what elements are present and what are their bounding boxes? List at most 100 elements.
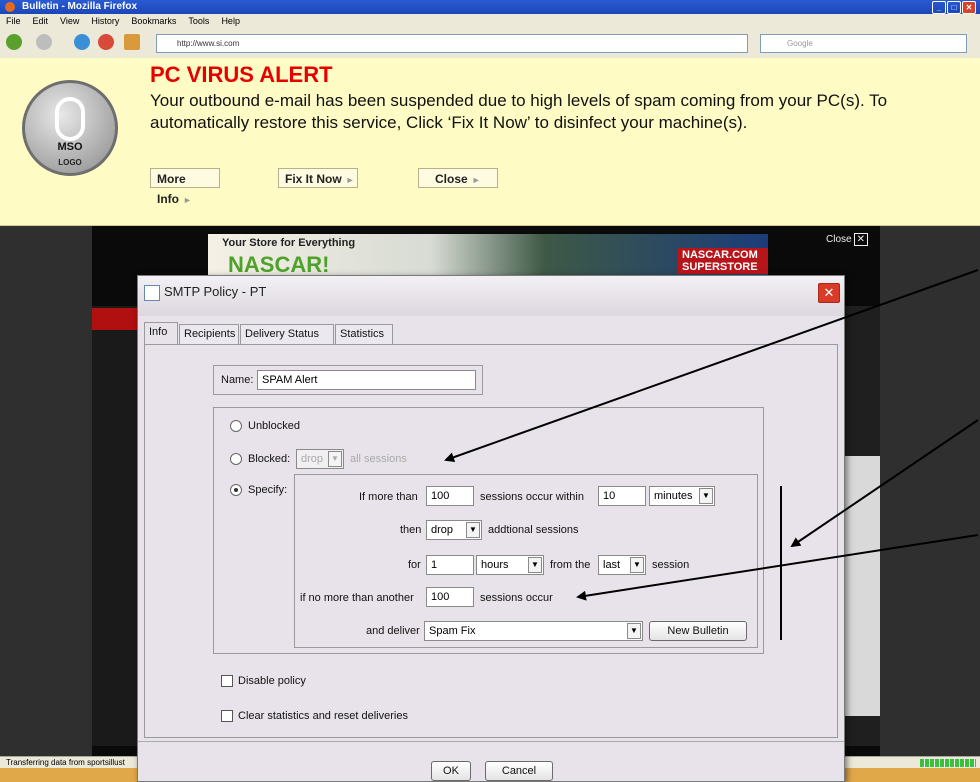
browser-navbar: http://www.si.com Google (0, 28, 980, 59)
search-input[interactable]: Google (760, 34, 967, 53)
tab-delivery-status[interactable]: Delivery Status (240, 324, 334, 344)
nascar-ad-banner[interactable]: Your Store for Everything NASCAR! NASCAR… (208, 234, 768, 278)
browser-titlebar: Bulletin - Mozilla Firefox _ □ ✕ (0, 0, 980, 14)
unblocked-radio[interactable] (230, 420, 242, 432)
url-bar[interactable]: http://www.si.com (156, 34, 748, 53)
for-unit-select[interactable]: hours ▼ (476, 555, 544, 575)
ok-button[interactable]: OK (431, 761, 471, 781)
forward-icon[interactable] (36, 34, 52, 50)
then-action-value: drop (431, 524, 454, 536)
menu-view[interactable]: View (60, 16, 79, 26)
menu-file[interactable]: File (6, 16, 21, 26)
additional-sessions-label: addtional sessions (488, 524, 579, 536)
clear-stats-checkbox[interactable] (221, 710, 233, 722)
blocked-action-select[interactable]: drop ▼ (296, 449, 344, 469)
for-unit-value: hours (481, 559, 509, 571)
dialog-separator (138, 741, 844, 742)
maximize-icon[interactable]: □ (947, 1, 961, 14)
firefox-icon (5, 2, 15, 12)
menu-help[interactable]: Help (221, 16, 240, 26)
specify-label: Specify: (248, 484, 288, 496)
progress-indicator (920, 759, 976, 767)
specify-radio[interactable] (230, 484, 242, 496)
home-icon[interactable] (124, 34, 140, 50)
if-no-more-label: if no more than another (300, 592, 414, 604)
disable-policy-checkbox[interactable] (221, 675, 233, 687)
unblocked-label: Unblocked (248, 420, 300, 432)
session-label: session (652, 559, 690, 571)
clear-stats-label: Clear statistics and reset deliveries (238, 710, 408, 722)
new-bulletin-button[interactable]: New Bulletin (649, 621, 747, 641)
menu-edit[interactable]: Edit (33, 16, 49, 26)
if-more-than-label: If more than (359, 491, 418, 503)
dialog-app-icon (144, 285, 160, 301)
dialog-close-icon[interactable]: ✕ (818, 283, 840, 303)
for-value-field[interactable]: 1 (426, 555, 474, 575)
arrow-right-icon: ► (345, 175, 355, 185)
within-unit-select[interactable]: minutes ▼ (649, 486, 715, 506)
dialog-titlebar: SMTP Policy - PT ✕ (138, 276, 844, 316)
tab-recipients[interactable]: Recipients (179, 324, 239, 344)
then-label: then (400, 524, 422, 536)
chevron-down-icon: ▼ (328, 451, 342, 467)
menu-history[interactable]: History (91, 16, 119, 26)
close-alert-label: Close (435, 172, 468, 186)
disable-policy-label: Disable policy (238, 675, 306, 687)
deliver-select[interactable]: Spam Fix ▼ (424, 621, 643, 641)
mouse-icon (55, 97, 85, 141)
chevron-down-icon: ▼ (627, 623, 641, 639)
close-icon: ✕ (853, 233, 868, 246)
reload-icon[interactable] (74, 34, 90, 50)
arrow-right-icon: ► (183, 195, 192, 205)
search-placeholder: Google (787, 39, 813, 48)
tab-statistics[interactable]: Statistics (335, 324, 393, 344)
tab-info[interactable]: Info (144, 322, 178, 345)
ad-close-button[interactable]: Close ✕ (826, 233, 868, 246)
ad-badge: NASCAR.COM SUPERSTORE (678, 248, 768, 274)
mso-logo: MSO LOGO (22, 80, 118, 176)
blocked-radio[interactable] (230, 453, 242, 465)
stop-icon[interactable] (98, 34, 114, 50)
ad-tagline: Your Store for Everything (222, 237, 356, 249)
window-close-icon[interactable]: ✕ (962, 1, 976, 14)
and-deliver-label: and deliver (366, 625, 420, 637)
more-info-button[interactable]: More Info ► (150, 168, 220, 206)
blocked-action-value: drop (301, 453, 324, 465)
minimize-icon[interactable]: _ (932, 1, 946, 14)
no-more-value-field[interactable]: 100 (426, 587, 474, 607)
blocked-suffix: all sessions (350, 453, 407, 465)
browser-title: Bulletin - Mozilla Firefox (22, 1, 138, 12)
fix-it-now-button[interactable]: Fix It Now ► (278, 168, 358, 188)
browser-menubar: File Edit View History Bookmarks Tools Help (0, 14, 980, 28)
cancel-button[interactable]: Cancel (485, 761, 553, 781)
deliver-value: Spam Fix (429, 625, 476, 637)
from-which-select[interactable]: last ▼ (598, 555, 646, 575)
chevron-down-icon: ▼ (699, 488, 713, 504)
dialog-title: SMTP Policy - PT (164, 284, 267, 299)
alert-message: Your outbound e-mail has been suspended … (150, 91, 888, 132)
from-which-value: last (603, 559, 621, 571)
menu-tools[interactable]: Tools (188, 16, 209, 26)
chevron-down-icon: ▼ (630, 557, 644, 573)
status-text: Transferring data from sportsillust (6, 758, 125, 767)
logo-text: MSO (57, 141, 83, 153)
name-field[interactable]: SPAM Alert (257, 370, 476, 390)
from-the-label: from the (550, 559, 591, 571)
logo-subtext: LOGO (58, 158, 82, 167)
sessions-occur-label: sessions occur (480, 592, 553, 604)
chevron-down-icon: ▼ (528, 557, 542, 573)
menu-bookmarks[interactable]: Bookmarks (131, 16, 176, 26)
then-action-select[interactable]: drop ▼ (426, 520, 482, 540)
sessions-count-field[interactable]: 100 (426, 486, 474, 506)
arrow-right-icon: ► (471, 175, 481, 185)
fix-it-now-label: Fix It Now (285, 172, 342, 186)
chevron-down-icon: ▼ (466, 522, 480, 538)
url-text: http://www.si.com (177, 39, 240, 48)
within-value-field[interactable]: 10 (598, 486, 646, 506)
name-label: Name: (221, 374, 254, 386)
smtp-policy-dialog: SMTP Policy - PT ✕ Info Recipients Deliv… (137, 275, 845, 782)
alert-title: PC VIRUS ALERT (150, 62, 333, 87)
back-icon[interactable] (6, 34, 22, 50)
close-alert-button[interactable]: Close ► (418, 168, 498, 188)
more-info-label: More Info (157, 172, 186, 206)
